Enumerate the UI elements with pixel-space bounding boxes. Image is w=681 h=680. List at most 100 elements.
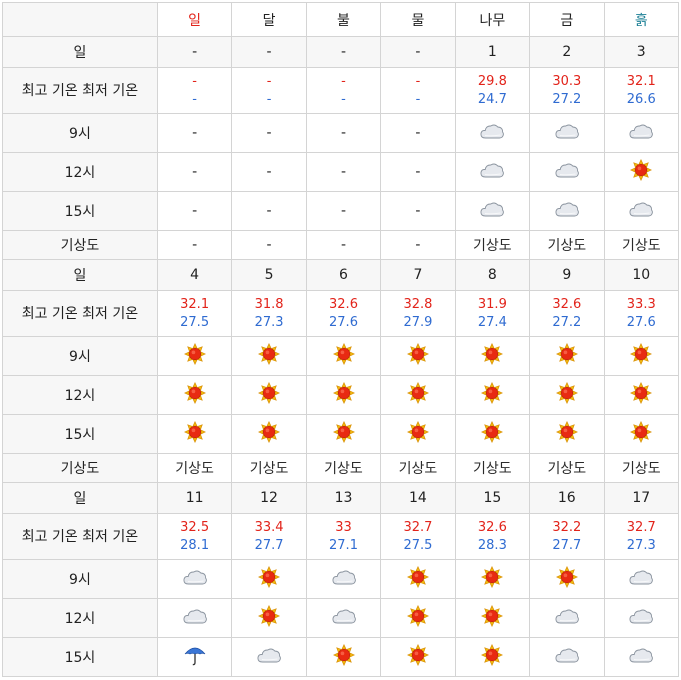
weather-map-cell: 기상도 — [380, 453, 456, 483]
weekday-header-fri: 금 — [529, 2, 605, 37]
max-temp: 32.6 — [329, 296, 358, 312]
weather-cell — [454, 152, 531, 192]
temperature-cell: -- — [156, 67, 233, 114]
min-temp: 27.3 — [254, 314, 284, 330]
temperature-cell: 33 27.1 — [305, 513, 382, 560]
temperature-cell: 32.7 27.3 — [603, 513, 680, 560]
weather-map-link[interactable]: 기상도 — [399, 461, 438, 477]
temperature-cell: 32.8 27.9 — [380, 290, 456, 337]
weather-cell — [380, 414, 456, 454]
weather-map-link[interactable]: 기상도 — [622, 238, 661, 254]
weather-cell — [603, 637, 680, 677]
min-temp: 27.3 — [626, 537, 656, 553]
weather-map-cell: 기상도 — [603, 230, 680, 260]
sun-icon — [258, 420, 281, 447]
min-temp: 28.3 — [477, 537, 507, 553]
weather-cell — [454, 414, 531, 454]
weather-map-link[interactable]: 기상도 — [175, 461, 214, 477]
day-number: - — [231, 36, 307, 68]
weather-cell — [231, 414, 307, 454]
min-temp: 27.7 — [254, 537, 284, 553]
min-temp: - — [415, 91, 421, 107]
weather-map-link[interactable]: 기상도 — [473, 238, 512, 254]
day-number: 4 — [156, 259, 233, 291]
weather-cell — [529, 559, 605, 599]
weather-cell: - — [380, 113, 456, 153]
weather-map-link[interactable]: 기상도 — [622, 461, 661, 477]
empty-value: - — [340, 164, 347, 180]
empty-value: - — [340, 125, 347, 141]
weather-map-link[interactable]: 기상도 — [547, 461, 586, 477]
weather-cell — [454, 598, 531, 638]
day-number: 7 — [380, 259, 456, 291]
min-temp: 27.2 — [552, 91, 582, 107]
max-temp: 32.6 — [552, 296, 582, 312]
sun-icon — [555, 420, 578, 447]
day-number: 14 — [380, 482, 456, 514]
weather-map-link[interactable]: 기상도 — [547, 238, 586, 254]
weather-map-link[interactable]: 기상도 — [250, 461, 289, 477]
day-number: 11 — [156, 482, 233, 514]
day-number-row: 일 11 12 13 14 15 16 17 — [2, 482, 680, 514]
day-number: - — [305, 36, 382, 68]
temperature-cell: 32.6 28.3 — [454, 513, 531, 560]
sun-icon — [555, 381, 578, 408]
min-temp: 24.7 — [477, 91, 507, 107]
temperature-cell: 30.3 27.2 — [529, 67, 605, 114]
temperature-cell: 32.7 27.5 — [380, 513, 456, 560]
day-row-label: 일 — [2, 482, 158, 514]
min-temp: 28.1 — [180, 537, 210, 553]
min-temp: 27.2 — [552, 314, 582, 330]
umbrella-icon — [183, 643, 207, 671]
max-temp: 31.8 — [254, 296, 284, 312]
sun-icon — [332, 420, 355, 447]
weather-cell — [156, 414, 233, 454]
weekday-header-sun: 일 — [156, 2, 233, 37]
weather-map-cell: - — [305, 230, 382, 260]
max-temp: 32.6 — [477, 519, 507, 535]
weather-cell — [305, 637, 382, 677]
weather-map-cell: 기상도 — [454, 453, 531, 483]
min-temp: 27.6 — [329, 314, 358, 330]
sun-icon — [630, 381, 653, 408]
day-number: 2 — [529, 36, 605, 68]
weather-cell — [529, 152, 605, 192]
weather-cell — [380, 375, 456, 415]
max-temp: 31.9 — [477, 296, 507, 312]
sun-icon — [406, 420, 429, 447]
weather-cell — [529, 336, 605, 376]
cloud-icon — [182, 568, 208, 590]
weather-map-link[interactable]: 기상도 — [473, 461, 512, 477]
temperature-cell: 32.6 27.2 — [529, 290, 605, 337]
weather-cell — [454, 375, 531, 415]
weather-cell — [305, 375, 382, 415]
weather-map-label: 기상도 — [2, 230, 158, 260]
empty-value: - — [415, 164, 421, 180]
temperature-cell: 29.8 24.7 — [454, 67, 531, 114]
min-temp: - — [192, 91, 197, 107]
day-number: - — [156, 36, 233, 68]
max-temp: 32.8 — [403, 296, 433, 312]
forecast-12h-row: 12시 — [2, 375, 680, 415]
weather-map-link[interactable]: 기상도 — [324, 461, 363, 477]
sun-icon — [406, 381, 429, 408]
empty-value: - — [340, 237, 347, 253]
weather-cell — [156, 375, 233, 415]
temperature-cell: 32.2 27.7 — [529, 513, 605, 560]
weather-cell — [529, 113, 605, 153]
day-row-label: 일 — [2, 36, 158, 68]
weather-map-cell: - — [156, 230, 233, 260]
cloud-icon — [331, 568, 357, 590]
min-temp: - — [266, 91, 272, 107]
max-temp: 32.1 — [180, 296, 210, 312]
weather-cell — [305, 598, 382, 638]
max-temp: - — [192, 73, 197, 89]
empty-value: - — [415, 125, 421, 141]
temperature-cell: 32.1 27.5 — [156, 290, 233, 337]
temperature-cell: -- — [305, 67, 382, 114]
empty-value: - — [192, 237, 198, 253]
weather-cell — [603, 336, 680, 376]
forecast-9h-row: 9시 — [2, 336, 680, 376]
cloud-icon — [628, 200, 654, 222]
weather-cell — [156, 559, 233, 599]
